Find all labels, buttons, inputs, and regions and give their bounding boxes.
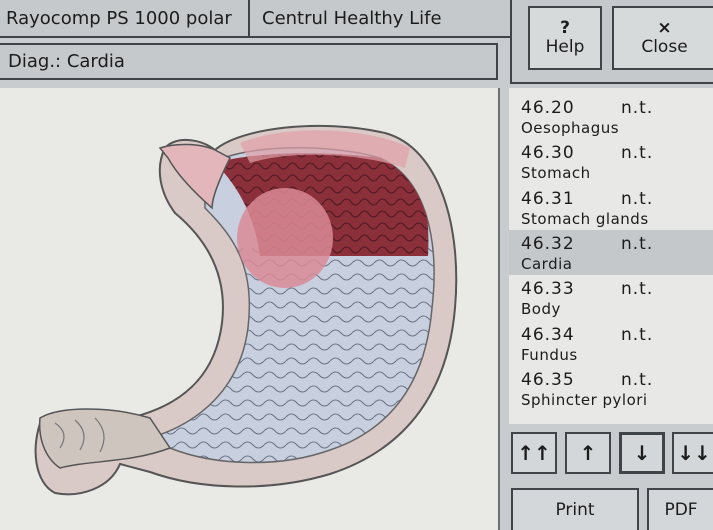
item-status: n.t.: [621, 324, 654, 345]
print-label: Print: [555, 500, 595, 520]
item-name: Body: [521, 300, 561, 319]
diagnosis-label: Diag.: Cardia: [8, 51, 125, 72]
double-arrow-down-icon: ↓↓: [677, 441, 711, 465]
arrow-up-icon: ↑: [579, 441, 597, 465]
item-code: 46.20: [521, 98, 575, 118]
top-button-panel: ? Help × Close: [510, 0, 713, 84]
pdf-button[interactable]: PDF: [647, 488, 713, 530]
item-name: Fundus: [521, 345, 578, 364]
device-name: Rayocomp PS 1000 polar: [6, 7, 232, 29]
diagnosis-bar: Diag.: Cardia: [0, 43, 498, 80]
item-status: n.t.: [621, 233, 654, 254]
item-code: 46.34: [521, 324, 575, 345]
organ-list[interactable]: 46.20 n.t. Oesophagus 46.30 n.t. Stomach 46.31…: [509, 88, 713, 424]
arrow-down-icon: ↓: [633, 441, 651, 465]
item-code: 46.33: [521, 279, 575, 300]
item-code: 46.32: [521, 233, 575, 254]
item-name: Sphincter pylori: [521, 390, 648, 409]
item-status: n.t.: [621, 369, 654, 390]
list-item[interactable]: 46.32 n.t. Cardia: [509, 229, 713, 275]
list-item[interactable]: 46.34 n.t. Fundus: [509, 321, 713, 366]
client-name-tab: Centrul Healthy Life: [250, 0, 512, 38]
question-icon: ?: [560, 18, 570, 38]
help-button[interactable]: ? Help: [528, 6, 602, 70]
item-name: Oesophagus: [521, 119, 620, 137]
scroll-top-button[interactable]: ↑↑: [511, 432, 557, 474]
scroll-bottom-button[interactable]: ↓↓: [672, 432, 713, 474]
item-name: Cardia: [521, 254, 573, 273]
close-icon: ×: [657, 18, 672, 38]
scroll-up-button[interactable]: ↑: [565, 432, 611, 474]
item-status: n.t.: [621, 98, 654, 118]
pdf-label: PDF: [664, 500, 698, 520]
double-arrow-up-icon: ↑↑: [517, 441, 551, 465]
scroll-down-button[interactable]: ↓: [619, 432, 665, 474]
list-item[interactable]: 46.35 n.t. Sphincter pylori: [509, 366, 713, 411]
item-name: Stomach: [521, 164, 591, 183]
print-button[interactable]: Print: [511, 488, 639, 530]
list-item[interactable]: 46.30 n.t. Stomach: [509, 139, 713, 184]
device-name-tab: Rayocomp PS 1000 polar: [0, 0, 250, 38]
list-item[interactable]: 46.20 n.t. Oesophagus: [509, 94, 713, 139]
close-label: Close: [641, 37, 688, 57]
item-code: 46.31: [521, 188, 575, 209]
item-status: n.t.: [621, 279, 654, 300]
client-name: Centrul Healthy Life: [262, 7, 442, 29]
list-item[interactable]: 46.31 n.t. Stomach glands: [509, 185, 713, 230]
item-status: n.t.: [621, 188, 654, 209]
list-item[interactable]: 46.33 n.t. Body: [509, 275, 713, 320]
item-name: Stomach glands: [521, 209, 649, 228]
anatomy-image-area: [0, 88, 500, 530]
item-status: n.t.: [621, 143, 654, 164]
help-label: Help: [545, 37, 585, 57]
close-button[interactable]: × Close: [612, 6, 713, 70]
item-code: 46.35: [521, 369, 575, 390]
stomach-illustration: [34, 124, 458, 496]
item-code: 46.30: [521, 143, 575, 164]
